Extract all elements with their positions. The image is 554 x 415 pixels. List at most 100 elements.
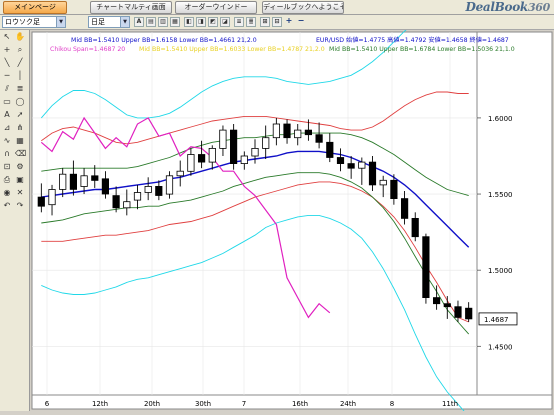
candle-body[interactable] xyxy=(347,163,355,169)
settings-icon[interactable]: ⚙ xyxy=(15,162,25,172)
candle-body[interactable] xyxy=(123,201,131,209)
delete-icon[interactable]: ✕ xyxy=(15,188,25,198)
chart-type-value: ロウソク足 xyxy=(5,18,40,26)
candle-body[interactable] xyxy=(400,198,409,219)
drawing-tools-sidebar: ↖ ✋ + ⌕ ╲ ╱ ─ │ ⫽ ≣ ▭ ◯ A ➚ ⊿ ⋔ ∿ ▦ ∩ ⌫ … xyxy=(0,30,30,411)
tab-dealbook-welcome[interactable]: ディールブックへようこそ xyxy=(262,1,344,14)
save-icon[interactable]: ▣ xyxy=(15,175,25,185)
period-select[interactable]: 日足 ▼ xyxy=(88,16,130,28)
undo-icon[interactable]: ↶ xyxy=(2,201,12,211)
candle-body[interactable] xyxy=(454,306,462,318)
ray-line-icon[interactable]: ╱ xyxy=(15,58,25,68)
candle-body[interactable] xyxy=(80,175,88,187)
candle-body[interactable] xyxy=(240,155,248,164)
candle-body[interactable] xyxy=(283,123,291,139)
candle-body[interactable] xyxy=(379,179,387,186)
toolbar-btn-f-icon[interactable]: ◨ xyxy=(196,17,206,27)
hand-icon[interactable]: ✋ xyxy=(15,32,25,42)
tab-order-window[interactable]: オーダーウインドー xyxy=(175,1,257,14)
text-icon[interactable]: A xyxy=(2,110,12,120)
candle-body[interactable] xyxy=(133,192,142,201)
trend-line-icon[interactable]: ╲ xyxy=(2,58,12,68)
redo-icon[interactable]: ↷ xyxy=(15,201,25,211)
candle-body[interactable] xyxy=(48,189,56,206)
toolbar-btn-e-icon[interactable]: ◧ xyxy=(184,17,194,27)
time-label: 8 xyxy=(390,400,394,408)
magnet-icon[interactable]: ∩ xyxy=(2,149,12,159)
candle-body[interactable] xyxy=(101,178,109,195)
toolbar-btn-d-icon[interactable]: ▦ xyxy=(170,17,180,27)
candle-body[interactable] xyxy=(422,236,430,298)
candle-body[interactable] xyxy=(144,185,152,193)
candle-body[interactable] xyxy=(358,161,366,169)
zoom-in-button[interactable]: + xyxy=(284,16,294,26)
price-label: 1.4500 xyxy=(488,343,513,351)
candle-body[interactable] xyxy=(187,154,195,172)
gann-icon[interactable]: ⊿ xyxy=(2,123,12,133)
print-icon[interactable]: ⎙ xyxy=(2,175,12,185)
candle-body[interactable] xyxy=(91,175,99,181)
eraser-icon[interactable]: ⌫ xyxy=(15,149,26,159)
candle-body[interactable] xyxy=(390,179,398,200)
candle-body[interactable] xyxy=(197,154,206,163)
channel-icon[interactable]: ⫽ xyxy=(2,84,12,94)
toolbar-btn-c-icon[interactable]: ▥ xyxy=(158,17,168,27)
candle-body[interactable] xyxy=(432,297,441,305)
cursor-icon[interactable]: ↖ xyxy=(2,32,12,42)
vertical-line-icon[interactable]: │ xyxy=(15,71,25,81)
candle-body[interactable] xyxy=(155,185,163,196)
chart-type-select[interactable]: ロウソク足 ▼ xyxy=(2,16,66,28)
candle-body[interactable] xyxy=(112,195,120,209)
candle-body[interactable] xyxy=(208,148,216,163)
toolbar-btn-h-icon[interactable]: ◪ xyxy=(220,17,230,27)
candle-body[interactable] xyxy=(443,303,451,308)
toolbar-btn-g-icon[interactable]: ◩ xyxy=(208,17,218,27)
tab-chart-multi[interactable]: チャートマルティ画面 xyxy=(90,1,172,14)
zoom-out-button[interactable]: − xyxy=(296,16,306,26)
crosshair-icon[interactable]: + xyxy=(2,45,12,55)
candle-body[interactable] xyxy=(59,173,67,190)
price-chart-area[interactable]: 1.6000 1.5500 1.5000 1.4500 6 12th 20th 30th 7 16… xyxy=(30,0,554,415)
candle-body[interactable] xyxy=(465,307,473,320)
candle-body[interactable] xyxy=(165,175,174,195)
candle-body[interactable] xyxy=(69,173,78,190)
ellipse-icon[interactable]: ◯ xyxy=(15,97,25,107)
candle-body[interactable] xyxy=(251,148,259,157)
rectangle-icon[interactable]: ▭ xyxy=(2,97,12,107)
candle-body[interactable] xyxy=(219,129,227,149)
plot-area[interactable] xyxy=(31,31,478,396)
candle-body[interactable] xyxy=(336,157,345,164)
candle-body[interactable] xyxy=(368,161,377,186)
horizontal-line-icon[interactable]: ─ xyxy=(2,71,12,81)
candle-body[interactable] xyxy=(176,170,184,177)
candle-body[interactable] xyxy=(304,129,313,136)
toolbar-btn-b-icon[interactable]: ▤ xyxy=(146,17,156,27)
dealbook-logo: DealBook360 xyxy=(465,0,550,14)
candle-body[interactable] xyxy=(37,196,45,207)
pitchfork-icon[interactable]: ⋔ xyxy=(15,123,25,133)
cycle-icon[interactable]: ∿ xyxy=(2,136,12,146)
toolbar-btn-j-icon[interactable]: ≣ xyxy=(246,17,256,27)
chevron-down-icon[interactable]: ▼ xyxy=(120,17,129,27)
fibonacci-icon[interactable]: ≣ xyxy=(15,84,25,94)
candle-body[interactable] xyxy=(315,134,323,143)
chevron-down-icon[interactable]: ▼ xyxy=(56,17,65,27)
toolbar-btn-l-icon[interactable]: ⊟ xyxy=(272,17,282,27)
tab-main-page[interactable]: メインページ xyxy=(3,1,67,14)
grid-icon[interactable]: ▦ xyxy=(15,136,25,146)
candle-body[interactable] xyxy=(411,217,419,238)
lock-icon[interactable]: ⊡ xyxy=(2,162,12,172)
candle-body[interactable] xyxy=(272,123,280,139)
arrow-icon[interactable]: ➚ xyxy=(15,110,25,120)
toolbar-btn-k-icon[interactable]: ⊞ xyxy=(260,17,270,27)
zoom-icon[interactable]: ⌕ xyxy=(15,45,25,55)
candlestick-chart[interactable]: 1.6000 1.5500 1.5000 1.4500 6 12th 20th 30th 7 16… xyxy=(30,0,554,415)
toolbar-btn-a-icon[interactable]: A xyxy=(134,17,144,27)
candle-body[interactable] xyxy=(294,129,302,139)
candle-body[interactable] xyxy=(326,141,334,158)
toolbar-btn-i-icon[interactable]: ≡ xyxy=(234,17,244,27)
candle-body[interactable] xyxy=(229,129,238,164)
candle-body[interactable] xyxy=(262,137,270,149)
eye-icon[interactable]: ◉ xyxy=(2,188,12,198)
time-label: 11th xyxy=(442,400,458,408)
